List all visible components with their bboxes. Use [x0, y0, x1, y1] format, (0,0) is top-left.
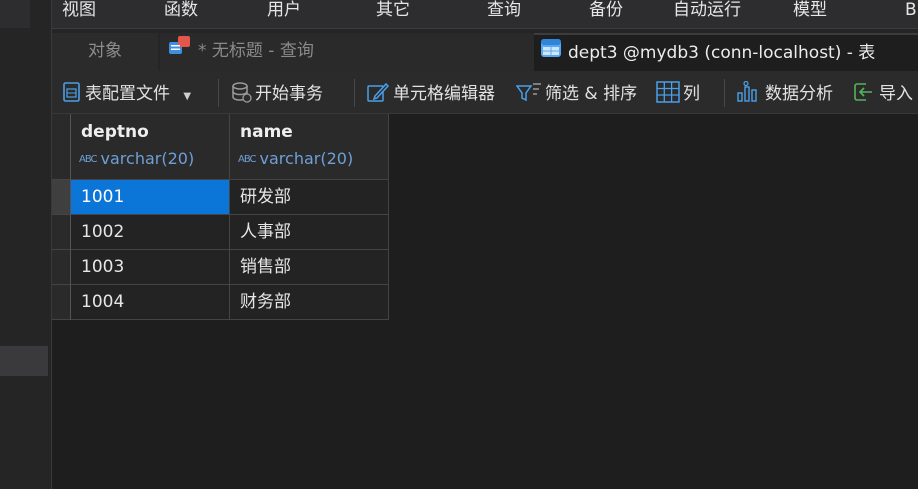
cell-editor-label: 单元格编辑器 [393, 84, 495, 104]
tab-dept3-table[interactable]: dept3 @mydb3 (conn-localhost) - 表 [534, 33, 918, 72]
menu-backup[interactable]: 备份 [589, 0, 623, 24]
menu-automation[interactable]: 自动运行 [673, 0, 741, 24]
filter-sort-label: 筛选 & 排序 [545, 84, 638, 104]
columns-button[interactable]: 列 [656, 81, 700, 107]
import-label: 导入 [879, 84, 913, 104]
table-cell[interactable]: 财务部 [230, 285, 389, 320]
pencil-icon [367, 82, 390, 102]
column-type-label: varchar(20) [259, 149, 354, 168]
tab-bar: 对象 * 无标题 - 查询 dept3 @mydb3 (conn-localho… [52, 28, 918, 72]
data-analysis-label: 数据分析 [765, 84, 833, 104]
toolbar-divider [218, 79, 219, 107]
column-type-label: varchar(20) [100, 149, 195, 168]
data-analysis-button[interactable]: 数据分析 [736, 80, 833, 107]
table-cell[interactable]: 1001 [71, 180, 230, 215]
tab-objects-label: 对象 [88, 41, 122, 61]
begin-transaction-label: 开始事务 [255, 84, 323, 104]
table-cell[interactable]: 1002 [71, 215, 230, 250]
import-icon [854, 83, 872, 101]
toolbar: 表配置文件 ▼ 开始事务 单元格编辑器 筛选 & 排序 列 数据分析 导入 [52, 71, 918, 114]
cell-editor-button[interactable]: 单元格编辑器 [366, 81, 495, 107]
text-type-icon: ABC [238, 154, 256, 165]
row-marker[interactable] [52, 250, 71, 285]
menu-bar: 视图 函数 用户 其它 查询 备份 自动运行 模型 B [52, 0, 918, 28]
toolbar-divider [724, 79, 725, 107]
navigator-panel [0, 0, 52, 489]
column-header-name[interactable]: name ABC varchar(20) [230, 114, 389, 180]
bar-chart-icon [737, 80, 757, 102]
row-marker[interactable] [52, 180, 71, 215]
grid-corner [52, 114, 71, 180]
columns-grid-icon [656, 81, 680, 103]
row-marker[interactable] [52, 215, 71, 250]
table-cell[interactable]: 1003 [71, 250, 230, 285]
table-cell[interactable]: 人事部 [230, 215, 389, 250]
tab-table-label: dept3 @mydb3 (conn-localhost) - 表 [568, 43, 876, 63]
database-icon [232, 82, 252, 103]
column-type: ABC varchar(20) [238, 149, 353, 168]
profile-file-icon [63, 82, 80, 102]
tab-objects[interactable]: 对象 [52, 33, 158, 72]
menu-functions[interactable]: 函数 [164, 0, 198, 24]
table-cell[interactable]: 销售部 [230, 250, 389, 285]
query-icon [168, 33, 192, 69]
column-name: deptno [81, 122, 149, 142]
table-profile-label: 表配置文件 [85, 84, 170, 104]
filter-icon [515, 83, 541, 102]
table-cell[interactable]: 1004 [71, 285, 230, 320]
table-profile-button[interactable]: 表配置文件 ▼ [62, 81, 191, 107]
menu-users[interactable]: 用户 [267, 0, 301, 24]
menu-view[interactable]: 视图 [62, 0, 96, 24]
menu-others[interactable]: 其它 [376, 0, 410, 24]
text-type-icon: ABC [79, 154, 97, 165]
chevron-down-icon[interactable]: ▼ [183, 91, 191, 102]
tab-query-label: * 无标题 - 查询 [198, 41, 314, 61]
begin-transaction-button[interactable]: 开始事务 [230, 81, 323, 107]
menu-more[interactable]: B [905, 0, 917, 24]
import-button[interactable]: 导入 [852, 81, 913, 107]
menu-query[interactable]: 查询 [487, 0, 521, 24]
table-cell[interactable]: 研发部 [230, 180, 389, 215]
column-header-deptno[interactable]: deptno ABC varchar(20) [71, 114, 230, 180]
columns-label: 列 [683, 84, 700, 104]
navigator-selected-item[interactable] [0, 346, 48, 376]
column-name: name [240, 122, 293, 142]
menu-model[interactable]: 模型 [793, 0, 827, 24]
column-type: ABC varchar(20) [79, 149, 194, 168]
navigator-top-strip [0, 0, 30, 28]
toolbar-divider [354, 79, 355, 107]
row-marker[interactable] [52, 285, 71, 320]
tab-untitled-query[interactable]: * 无标题 - 查询 [160, 33, 584, 72]
filter-sort-button[interactable]: 筛选 & 排序 [515, 81, 638, 107]
table-icon [540, 35, 562, 71]
